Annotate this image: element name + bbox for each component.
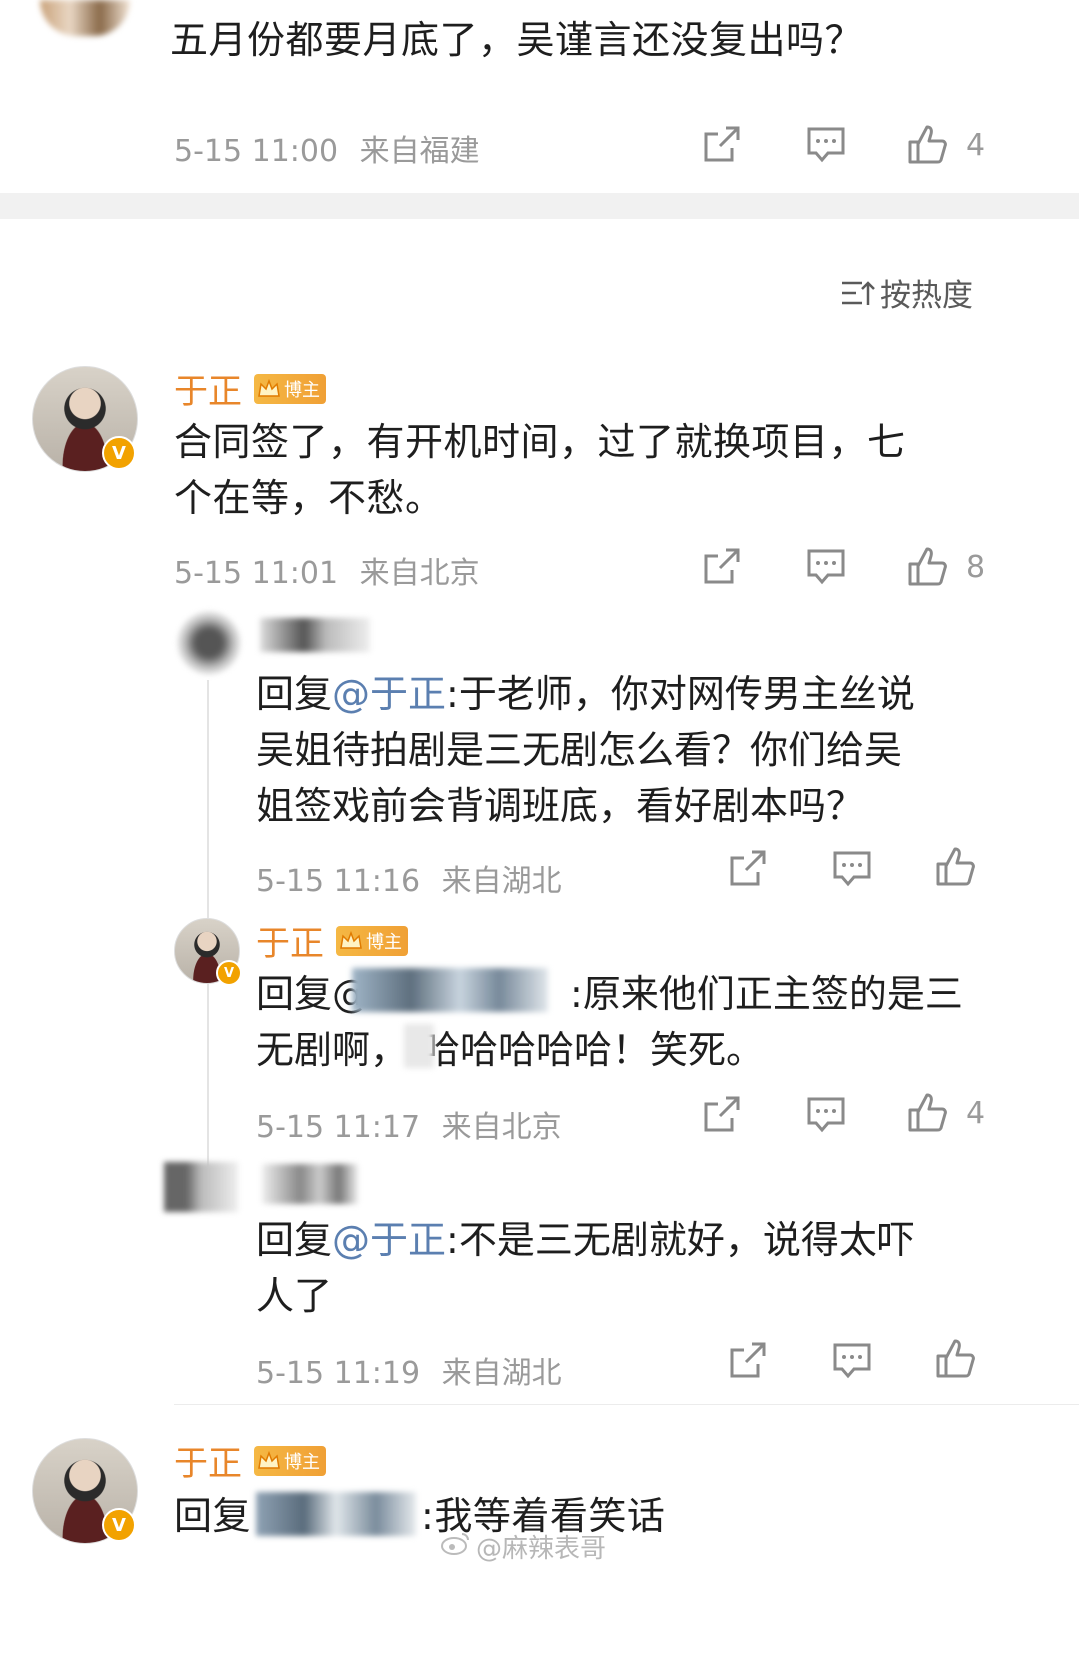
text-blurred — [404, 1024, 434, 1068]
reply-line: 吴姐待拍剧是三无剧怎么看？你们给吴 — [256, 728, 903, 772]
comment-icon[interactable] — [806, 1096, 846, 1134]
author-name[interactable]: 于正 — [174, 364, 242, 413]
watermark-text: @麻辣表哥 — [476, 1534, 607, 1564]
comment-location: 来自北京 — [359, 556, 480, 591]
username-blurred — [262, 1164, 358, 1204]
comment-time: 5-15 11:16 — [256, 864, 421, 899]
comment-meta: 5-15 11:01 来自北京 — [174, 548, 480, 592]
like-count: 4 — [966, 1096, 986, 1131]
crown-icon — [340, 930, 362, 949]
weibo-icon — [440, 1530, 472, 1563]
badge-label: 博主 — [284, 379, 320, 401]
sort-label: 按热度 — [880, 278, 973, 314]
reply-line: :不是三无剧就好，说得太吓 — [446, 1218, 915, 1262]
share-icon[interactable] — [728, 1340, 768, 1380]
like-icon[interactable] — [906, 1090, 950, 1134]
like-icon[interactable] — [906, 122, 950, 166]
author-row: 于正 博主 — [256, 916, 408, 965]
share-icon[interactable] — [702, 124, 742, 164]
author-name[interactable]: 于正 — [174, 1436, 242, 1485]
comment-location: 来自福建 — [359, 134, 480, 169]
reply-line: 无剧啊， — [256, 1028, 409, 1072]
reply-prefix: 回复 — [256, 1218, 333, 1262]
username-blurred — [260, 618, 370, 652]
comment-icon[interactable] — [832, 1342, 872, 1380]
avatar-blurred[interactable] — [178, 612, 240, 674]
like-count: 8 — [966, 550, 986, 585]
reply-prefix: 回复 — [256, 672, 333, 716]
comment-time: 5-15 11:01 — [174, 556, 339, 591]
reply-text: 回复@于正:不是三无剧就好，说得太吓 人了 — [256, 1212, 986, 1324]
avatar-blurred[interactable] — [40, 0, 130, 36]
section-divider — [0, 193, 1079, 219]
reply-line: :于老师，你对网传男主丝说 — [446, 672, 915, 716]
comment-separator — [174, 1404, 1079, 1405]
reply-meta: 5-15 11:16 来自湖北 — [256, 856, 562, 900]
reply-prefix: 回复 — [174, 1494, 252, 1538]
comment-time: 5-15 11:00 — [174, 134, 339, 169]
comment-text: 合同签了，有开机时间，过了就换项目，七 个在等，不愁。 — [174, 414, 974, 526]
like-icon[interactable] — [906, 544, 950, 588]
comment-location: 来自湖北 — [441, 1356, 562, 1391]
sort-icon — [840, 277, 876, 309]
badge-label: 博主 — [366, 931, 402, 953]
like-icon[interactable] — [934, 844, 978, 888]
verified-icon: V — [102, 436, 136, 470]
comment-icon[interactable] — [832, 850, 872, 888]
author-row: 于正 博主 — [174, 364, 326, 413]
reply-line: 姐签戏前会背调班底，看好剧本吗？ — [256, 784, 865, 828]
like-count: 4 — [966, 128, 986, 163]
share-icon[interactable] — [702, 1094, 742, 1134]
top-comment-text: 五月份都要月底了，吴谨言还没复出吗？ — [170, 18, 864, 62]
watermark: @麻辣表哥 — [440, 1528, 606, 1565]
verified-icon: V — [102, 1508, 136, 1542]
comment-location: 来自北京 — [441, 1110, 562, 1145]
mention-link[interactable]: @于正 — [332, 672, 446, 716]
share-icon[interactable] — [702, 546, 742, 586]
blogger-badge: 博主 — [254, 1445, 326, 1476]
blogger-badge: 博主 — [336, 925, 408, 956]
username-blurred — [256, 1492, 416, 1536]
crown-icon — [258, 1450, 280, 1469]
reply-line: :原来他们正主签的是三 — [570, 972, 963, 1016]
comment-icon[interactable] — [806, 126, 846, 164]
badge-label: 博主 — [284, 1451, 320, 1473]
top-comment-meta: 5-15 11:00 来自福建 — [174, 126, 480, 170]
crown-icon — [258, 378, 280, 397]
like-icon[interactable] — [934, 1336, 978, 1380]
comment-location: 来自湖北 — [441, 864, 562, 899]
author-row: 于正 博主 — [174, 1436, 326, 1485]
reply-line: 哈哈哈哈哈！笑死。 — [422, 1028, 765, 1072]
username-blurred — [352, 968, 548, 1012]
reply-meta: 5-15 11:19 来自湖北 — [256, 1348, 562, 1392]
reply-meta: 5-15 11:17 来自北京 — [256, 1102, 562, 1146]
comment-time: 5-15 11:19 — [256, 1356, 421, 1391]
comment-icon[interactable] — [806, 548, 846, 586]
comment-line: 个在等，不愁。 — [174, 476, 444, 520]
sort-toggle[interactable]: 按热度 — [840, 270, 973, 315]
reply-line: 人了 — [256, 1274, 333, 1318]
comment-line: 合同签了，有开机时间，过了就换项目，七 — [174, 420, 906, 464]
verified-icon: V — [216, 960, 242, 986]
blogger-badge: 博主 — [254, 373, 326, 404]
avatar-blurred[interactable] — [164, 1162, 238, 1212]
mention-link[interactable]: @于正 — [332, 1218, 446, 1262]
share-icon[interactable] — [728, 848, 768, 888]
reply-text: 回复@于正:于老师，你对网传男主丝说 吴姐待拍剧是三无剧怎么看？你们给吴 姐签戏… — [256, 666, 986, 834]
author-name[interactable]: 于正 — [256, 916, 324, 965]
comment-time: 5-15 11:17 — [256, 1110, 421, 1145]
